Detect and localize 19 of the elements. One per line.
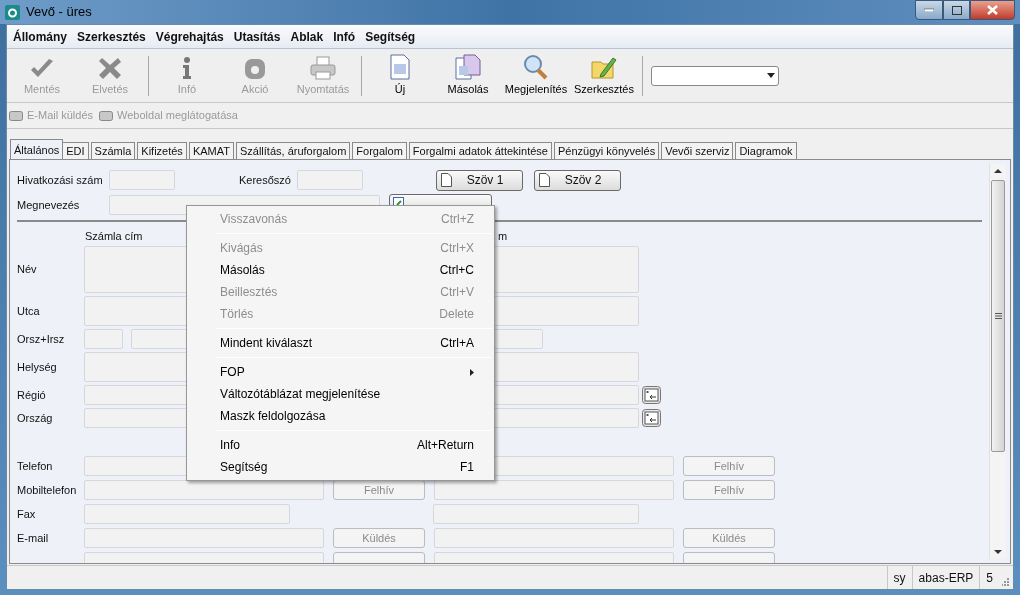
field-label: Régió (17, 387, 47, 403)
column-heading: m (498, 229, 508, 244)
field-label: Ország (17, 410, 54, 426)
window-title: Vevő - üres (26, 3, 92, 22)
field-label: Név (17, 262, 38, 278)
field-label: Keresőszó (239, 172, 292, 188)
field-label: Fax (17, 506, 37, 522)
field-label: Hivatkozási szám (17, 172, 104, 188)
field-label: Mobiltelefon (17, 482, 78, 498)
status-field: abas-ERP (911, 566, 980, 589)
field-label: Megnevezés (17, 197, 81, 213)
field-label: E-mail (17, 530, 50, 546)
status-field: 5 (979, 566, 999, 589)
column-heading: Számla cím (85, 229, 144, 244)
status-field: sy (886, 566, 912, 589)
field-label: Utca (17, 303, 41, 319)
field-label: Orsz+Irsz (17, 331, 66, 347)
field-label: Telefon (17, 458, 54, 474)
field-label: Helység (17, 359, 58, 375)
